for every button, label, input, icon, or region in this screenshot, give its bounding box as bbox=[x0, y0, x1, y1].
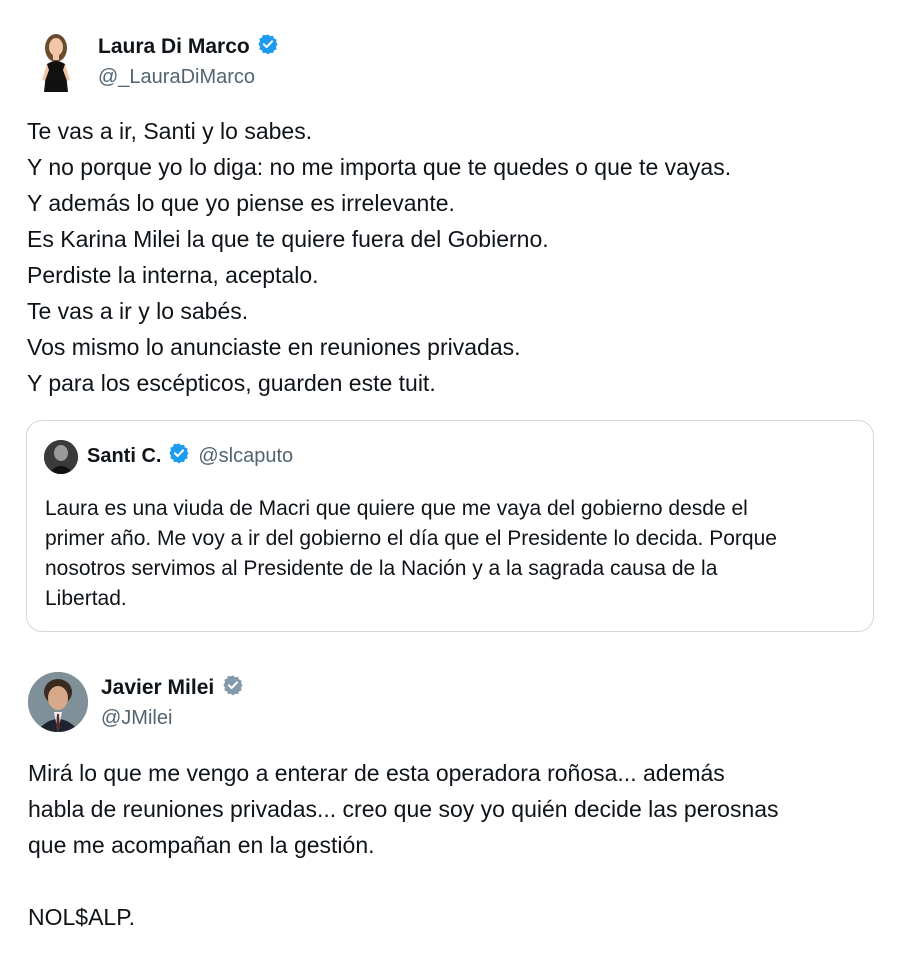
tweet-text: Te vas a ir, Santi y lo sabes. Y no porq… bbox=[27, 113, 731, 401]
verified-badge-icon bbox=[222, 674, 244, 701]
person-avatar-icon bbox=[44, 440, 78, 474]
quoted-author-row: Santi C. @slcaputo bbox=[87, 443, 293, 471]
author-name[interactable]: Javier Milei bbox=[101, 676, 214, 699]
tweet-line: Y para los escépticos, guarden este tuit… bbox=[27, 370, 436, 396]
tweet-line bbox=[28, 863, 779, 899]
verified-badge-icon bbox=[257, 33, 279, 60]
tweet-line: que me acompañan en la gestión. bbox=[28, 832, 375, 858]
tweet-line: Mirá lo que me vengo a enterar de esta o… bbox=[28, 760, 725, 786]
tweet-line: habla de reuniones privadas... creo que … bbox=[28, 796, 779, 822]
author-name[interactable]: Laura Di Marco bbox=[98, 35, 250, 58]
person-avatar-icon bbox=[42, 34, 70, 92]
tweet-line: Vos mismo lo anunciaste en reuniones pri… bbox=[27, 334, 521, 360]
quoted-line: Laura es una viuda de Macri que quiere q… bbox=[45, 497, 748, 520]
tweet-line: Es Karina Milei la que te quiere fuera d… bbox=[27, 226, 549, 252]
tweet-text: Mirá lo que me vengo a enterar de esta o… bbox=[28, 755, 779, 935]
quoted-author-avatar bbox=[44, 440, 78, 474]
tweet-line: Y además lo que yo piense es irrelevante… bbox=[27, 190, 455, 216]
author-avatar[interactable] bbox=[28, 672, 88, 732]
author-avatar[interactable] bbox=[30, 30, 82, 96]
quoted-tweet-text: Laura es una viuda de Macri que quiere q… bbox=[45, 494, 865, 614]
quoted-author-handle: @slcaputo bbox=[198, 445, 294, 467]
author-handle[interactable]: @JMilei bbox=[101, 705, 172, 731]
quoted-author-name: Santi C. bbox=[87, 445, 162, 467]
tweet-line: NOL$ALP. bbox=[28, 904, 135, 930]
tweet-line: Te vas a ir y lo sabés. bbox=[27, 298, 249, 324]
quoted-line: nosotros servimos al Presidente de la Na… bbox=[45, 557, 718, 580]
quoted-line: Libertad. bbox=[45, 587, 127, 610]
author-handle[interactable]: @_LauraDiMarco bbox=[98, 64, 255, 90]
tweet-line: Y no porque yo lo diga: no me importa qu… bbox=[27, 154, 732, 180]
author-name-row: Javier Milei bbox=[101, 675, 244, 703]
verified-badge-icon bbox=[168, 442, 190, 469]
person-avatar-icon bbox=[28, 672, 88, 732]
author-name-row: Laura Di Marco bbox=[98, 34, 279, 62]
tweet-line: Perdiste la interna, aceptalo. bbox=[27, 262, 319, 288]
quoted-tweet-card[interactable]: Santi C. @slcaputo Laura es una viuda de… bbox=[26, 420, 874, 632]
tweet-line: Te vas a ir, Santi y lo sabes. bbox=[27, 118, 313, 144]
quoted-line: primer año. Me voy a ir del gobierno el … bbox=[45, 527, 777, 550]
